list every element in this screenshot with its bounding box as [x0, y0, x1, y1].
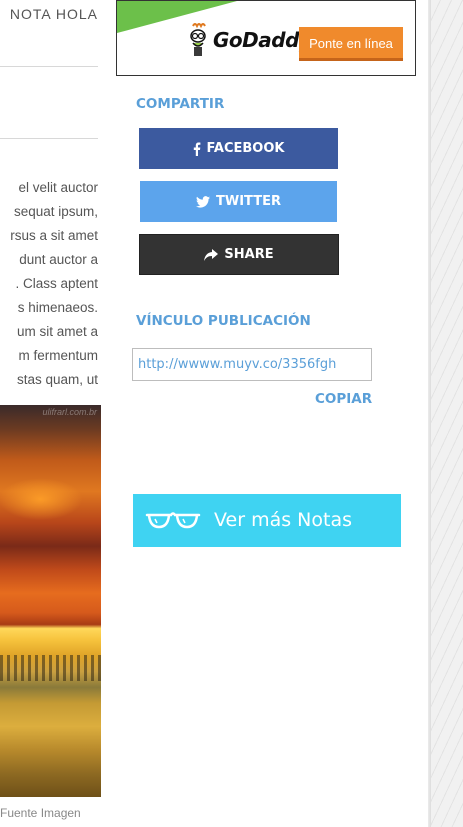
page-background-gutter — [430, 0, 463, 827]
article-column: NOTA HOLA el velit auctor sequat ipsum, … — [0, 0, 101, 827]
godaddy-mascot-icon — [187, 23, 209, 57]
image-caption: Fuente Imagen — [0, 806, 81, 820]
copy-link-button[interactable]: COPIAR — [315, 391, 372, 407]
more-notes-button[interactable]: Ver más Notas — [133, 494, 401, 547]
article-body-line: m fermentum — [18, 348, 98, 363]
facebook-label: FACEBOOK — [206, 141, 285, 156]
article-body-line: . Class aptent — [15, 276, 98, 291]
article-body-line: stas quam, ut — [16, 372, 98, 387]
facebook-share-button[interactable]: FACEBOOK — [139, 128, 338, 169]
article-body-line: sequat ipsum, — [13, 204, 98, 219]
divider — [0, 66, 98, 67]
article-body-line: um sit amet a — [16, 324, 98, 339]
twitter-label: TWITTER — [216, 194, 281, 209]
post-url-field[interactable] — [132, 348, 372, 381]
article-body-line: el velit auctor — [18, 180, 98, 195]
article-title-fragment: NOTA HOLA — [9, 6, 98, 22]
twitter-share-button[interactable]: TWITTER — [140, 181, 337, 222]
share-heading: COMPARTIR — [136, 96, 225, 112]
image-watermark: ulifrarl.com.br — [42, 407, 97, 417]
gutter-edge — [428, 0, 431, 827]
facebook-icon — [193, 142, 201, 156]
article-body-line: dunt auctor a — [19, 252, 98, 267]
twitter-icon — [196, 195, 211, 208]
godaddy-logo: GoDaddy — [187, 23, 312, 57]
generic-share-button[interactable]: SHARE — [139, 234, 339, 275]
share-arrow-icon — [204, 248, 219, 261]
article-image: ulifrarl.com.br — [0, 405, 101, 797]
article-body-line: rsus a sit amet — [10, 228, 98, 243]
glasses-icon — [145, 509, 201, 536]
godaddy-brand-text: GoDaddy — [213, 28, 312, 52]
ad-cta-button[interactable]: Ponte en línea — [299, 27, 403, 61]
article-body-line: s himenaeos. — [17, 300, 98, 315]
image-treeline — [0, 655, 101, 681]
divider — [0, 138, 98, 139]
share-label: SHARE — [224, 247, 274, 262]
godaddy-ad-banner[interactable]: GoDaddy Ponte en línea — [116, 0, 416, 76]
article-body: el velit auctor sequat ipsum, rsus a sit… — [0, 176, 98, 392]
more-notes-label: Ver más Notas — [214, 509, 352, 531]
link-heading: VÍNCULO PUBLICACIÓN — [136, 313, 311, 329]
